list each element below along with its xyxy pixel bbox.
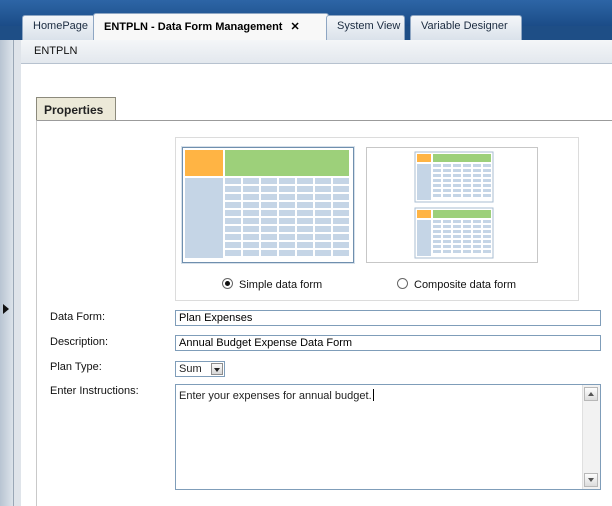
app-area: ENTPLN Properties Simple data form Compo… xyxy=(0,40,612,506)
tab-label: ENTPLN - Data Form Management xyxy=(104,21,283,33)
plan-type-label: Plan Type: xyxy=(50,361,102,373)
simple-form-preview[interactable] xyxy=(182,147,354,263)
tab-system-view[interactable]: System View xyxy=(326,15,405,41)
tab-data-form-management[interactable]: ENTPLN - Data Form Management ✕ xyxy=(93,13,329,41)
properties-tab[interactable]: Properties xyxy=(36,97,116,121)
composite-form-preview[interactable] xyxy=(366,147,538,263)
tab-label: Variable Designer xyxy=(421,20,508,32)
plan-type-value: Sum xyxy=(179,363,202,375)
simple-data-form-label: Simple data form xyxy=(239,279,323,291)
description-input[interactable]: Annual Budget Expense Data Form xyxy=(175,335,601,351)
instructions-text: Enter your expenses for annual budget. xyxy=(179,390,372,402)
left-panel-strip xyxy=(0,40,14,506)
expand-panel-arrow-icon[interactable] xyxy=(3,304,9,314)
form-type-chooser: Simple data form Composite data form xyxy=(175,137,579,301)
data-form-name-input[interactable]: Plan Expenses xyxy=(175,310,601,326)
instructions-textarea[interactable]: Enter your expenses for annual budget. xyxy=(175,384,601,490)
radio-selected-icon[interactable] xyxy=(222,278,233,289)
instructions-label: Enter Instructions: xyxy=(50,385,139,397)
scroll-up-icon[interactable] xyxy=(584,387,598,401)
textarea-scrollbar[interactable] xyxy=(582,385,600,489)
description-label: Description: xyxy=(50,336,109,348)
composite-data-form-radio[interactable]: Composite data form xyxy=(397,278,516,291)
simple-form-grid-icon xyxy=(185,150,349,258)
tab-label: HomePage xyxy=(33,20,89,32)
plan-type-select[interactable]: Sum xyxy=(175,361,225,377)
text-cursor xyxy=(372,389,374,401)
chevron-down-icon[interactable] xyxy=(211,363,223,375)
content-area: ENTPLN Properties Simple data form Compo… xyxy=(21,40,612,506)
radio-unselected-icon[interactable] xyxy=(397,278,408,289)
data-form-label: Data Form: xyxy=(50,311,106,323)
scroll-down-icon[interactable] xyxy=(584,473,598,487)
tab-bar: HomePage ENTPLN - Data Form Management ✕ … xyxy=(0,0,612,41)
tab-homepage[interactable]: HomePage xyxy=(22,15,95,41)
composite-data-form-label: Composite data form xyxy=(414,279,517,291)
simple-data-form-radio[interactable]: Simple data form xyxy=(222,278,322,291)
tab-label: System View xyxy=(337,20,401,32)
tab-variable-designer[interactable]: Variable Designer xyxy=(410,15,522,41)
breadcrumb-bar: ENTPLN xyxy=(21,40,612,64)
composite-form-grid-icon xyxy=(414,151,494,259)
breadcrumb: ENTPLN xyxy=(34,45,78,57)
close-icon[interactable]: ✕ xyxy=(290,21,299,33)
